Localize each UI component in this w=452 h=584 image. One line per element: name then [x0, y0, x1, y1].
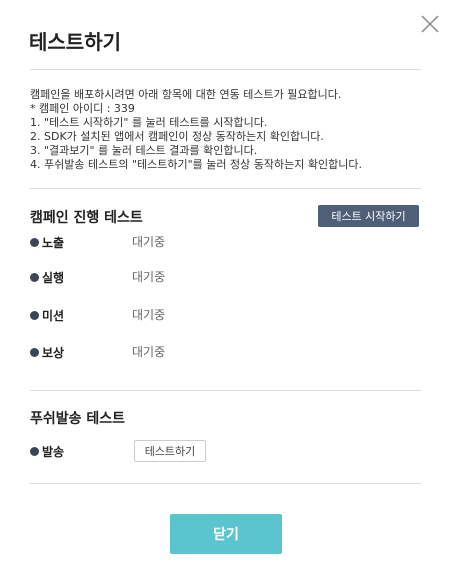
test-item-label: 보상 [42, 345, 65, 360]
push-test-button[interactable]: 테스트하기 [134, 440, 206, 462]
test-modal: 테스트하기 캠페인을 배포하시려면 아래 항목에 대한 연동 테스트가 필요합니… [0, 0, 452, 584]
test-item-label: 노출 [42, 235, 65, 250]
description-line: 3. "결과보기" 를 눌러 테스트 결과를 확인합니다. [30, 144, 258, 157]
description-line: 1. "테스트 시작하기" 를 눌러 테스트를 시작합니다. [30, 116, 268, 129]
divider [30, 188, 421, 189]
test-item-status: 대기중 [132, 235, 166, 249]
test-item-status: 대기중 [132, 270, 166, 284]
bullet-icon [30, 347, 39, 357]
divider [30, 483, 421, 484]
bullet-icon [30, 446, 39, 456]
divider [30, 390, 421, 391]
test-item-execution: 실행 대기중 [30, 268, 165, 286]
bullet-icon [30, 237, 39, 247]
divider [30, 69, 421, 70]
test-item-reward: 보상 대기중 [30, 343, 165, 361]
test-item-exposure: 노출 대기중 [30, 233, 165, 251]
test-item-status: 대기중 [132, 345, 166, 359]
description-line: 4. 푸쉬발송 테스트의 "테스트하기"를 눌러 정상 동작하는지 확인합니다. [30, 158, 362, 171]
test-item-mission: 미션 대기중 [30, 306, 165, 324]
test-item-status: 대기중 [132, 308, 166, 322]
bullet-icon [30, 310, 39, 320]
push-test-title: 푸쉬발송 테스트 [30, 411, 126, 427]
description-line: 2. SDK가 설치된 앱에서 캠페인이 정상 동작하는지 확인합니다. [30, 130, 324, 143]
start-test-button[interactable]: 테스트 시작하기 [318, 205, 419, 227]
close-icon[interactable] [420, 14, 440, 34]
description: 캠페인을 배포하시려면 아래 항목에 대한 연동 테스트가 필요합니다. * 캠… [30, 88, 425, 172]
bullet-icon [30, 272, 39, 282]
modal-title: 테스트하기 [29, 30, 121, 54]
close-button[interactable]: 닫기 [170, 514, 282, 554]
test-item-label: 실행 [42, 270, 65, 285]
description-line: 캠페인을 배포하시려면 아래 항목에 대한 연동 테스트가 필요합니다. [30, 88, 342, 101]
push-item-label: 발송 [42, 444, 65, 459]
campaign-test-title: 캠페인 진행 테스트 [30, 210, 143, 226]
description-line: * 캠페인 아이디 : 339 [30, 102, 135, 115]
push-item-send: 발송 [30, 442, 132, 460]
test-item-label: 미션 [42, 308, 65, 323]
